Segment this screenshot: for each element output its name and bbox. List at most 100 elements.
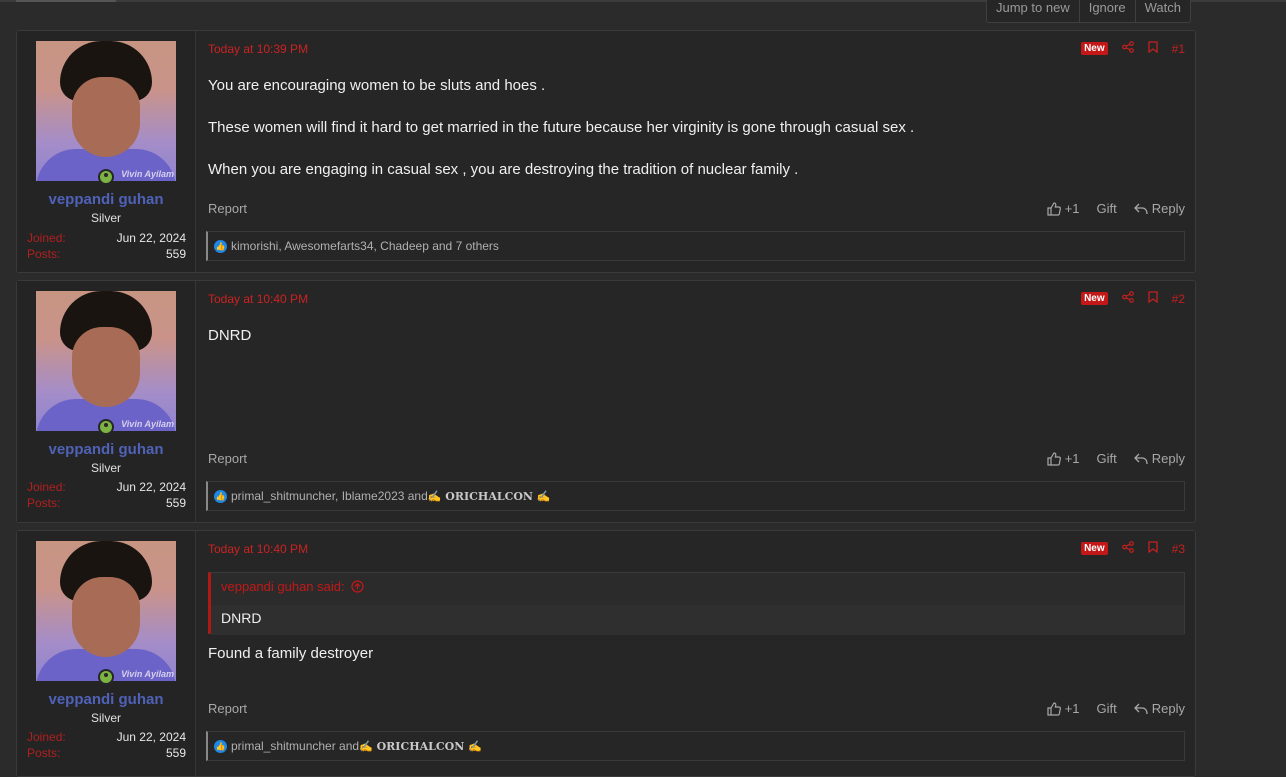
reply-label: Reply (1151, 701, 1185, 716)
thread-nav: Jump to new Ignore Watch (986, 0, 1191, 23)
reactions-highlight-user[interactable]: ✍ ORICHALCON ✍ (359, 740, 482, 753)
user-title: Silver (90, 461, 121, 475)
post: Vivin Ayilam veppandi guhan Silver Joine… (16, 280, 1196, 523)
reply-label: Reply (1151, 451, 1185, 466)
post-paragraph: Found a family destroyer (208, 645, 374, 662)
post-main: Today at 10:40 PM New #2 DNRD Report +1 … (196, 281, 1195, 522)
jump-to-new-button[interactable]: Jump to new (987, 0, 1080, 22)
thumbs-up-icon (1047, 201, 1061, 216)
gift-button[interactable]: Gift (1097, 701, 1117, 716)
stat-joined: Joined: Jun 22, 2024 (27, 231, 186, 245)
online-status-icon (98, 669, 114, 685)
post-footer-actions: +1 Gift Reply (1047, 451, 1185, 466)
avatar-watermark: Vivin Ayilam (121, 419, 174, 429)
post-main: Today at 10:40 PM New #3 veppandi guhan … (196, 531, 1195, 776)
joined-label: Joined: (27, 730, 66, 744)
post-number[interactable]: #3 (1172, 542, 1185, 556)
posts-label: Posts: (27, 496, 61, 510)
username[interactable]: veppandi guhan (17, 691, 195, 708)
like-reaction-icon: 👍 (214, 489, 227, 503)
report-link[interactable]: Report (208, 201, 247, 216)
post-footer-actions: +1 Gift Reply (1047, 201, 1185, 216)
online-status-icon (98, 419, 114, 435)
post-number[interactable]: #1 (1172, 42, 1185, 56)
like-reaction-icon: 👍 (214, 739, 227, 753)
reactions-bar[interactable]: 👍 primal_shitmuncher and ✍ ORICHALCON ✍ (206, 731, 1185, 761)
gift-button[interactable]: Gift (1097, 451, 1117, 466)
post-paragraph: DNRD (208, 327, 252, 344)
bookmark-icon[interactable] (1147, 291, 1158, 306)
like-label: +1 (1064, 451, 1080, 466)
post-header-actions: New #3 (1081, 541, 1185, 556)
like-label: +1 (1064, 201, 1080, 216)
avatar[interactable]: Vivin Ayilam (36, 541, 176, 681)
like-reaction-icon: 👍 (214, 239, 227, 253)
bookmark-icon[interactable] (1147, 41, 1158, 56)
ignore-button[interactable]: Ignore (1080, 0, 1136, 22)
reply-button[interactable]: Reply (1133, 451, 1185, 466)
username[interactable]: veppandi guhan (17, 191, 195, 208)
joined-value: Jun 22, 2024 (116, 231, 186, 245)
post-user-panel: Vivin Ayilam veppandi guhan Silver Joine… (17, 31, 196, 272)
reactions-bar[interactable]: 👍 primal_shitmuncher, Iblame2023 and ✍ O… (206, 481, 1185, 511)
gift-button[interactable]: Gift (1097, 201, 1117, 216)
stat-posts: Posts: 559 (27, 247, 186, 261)
reactions-text[interactable]: primal_shitmuncher, Iblame2023 and (231, 489, 428, 503)
quote-header[interactable]: veppandi guhan said: (211, 573, 1184, 605)
watch-button[interactable]: Watch (1136, 0, 1190, 22)
report-link[interactable]: Report (208, 701, 247, 716)
user-title: Silver (90, 711, 121, 725)
like-button[interactable]: +1 (1047, 201, 1080, 216)
post-date[interactable]: Today at 10:39 PM (208, 42, 308, 56)
post-user-panel: Vivin Ayilam veppandi guhan Silver Joine… (17, 281, 196, 522)
posts-label: Posts: (27, 247, 61, 261)
quote-body: DNRD (211, 605, 1184, 635)
share-icon[interactable] (1121, 541, 1134, 556)
jump-up-icon[interactable] (351, 580, 364, 593)
post-date[interactable]: Today at 10:40 PM (208, 292, 308, 306)
new-badge: New (1081, 542, 1108, 555)
quote-block: veppandi guhan said: DNRD (208, 572, 1185, 635)
reply-label: Reply (1151, 201, 1185, 216)
bookmark-icon[interactable] (1147, 541, 1158, 556)
post-paragraph: You are encouraging women to be sluts an… (208, 77, 546, 94)
joined-value: Jun 22, 2024 (116, 730, 186, 744)
thumbs-up-icon (1047, 701, 1061, 716)
like-button[interactable]: +1 (1047, 451, 1080, 466)
reactions-text[interactable]: primal_shitmuncher and (231, 739, 359, 753)
avatar-watermark: Vivin Ayilam (121, 169, 174, 179)
post: Vivin Ayilam veppandi guhan Silver Joine… (16, 530, 1196, 777)
post-date[interactable]: Today at 10:40 PM (208, 542, 308, 556)
like-button[interactable]: +1 (1047, 701, 1080, 716)
posts-value: 559 (165, 746, 186, 760)
user-title: Silver (90, 211, 121, 225)
post-user-panel: Vivin Ayilam veppandi guhan Silver Joine… (17, 531, 196, 776)
reply-button[interactable]: Reply (1133, 701, 1185, 716)
reply-icon (1133, 203, 1148, 214)
post-paragraph: These women will find it hard to get mar… (208, 119, 915, 136)
post-number[interactable]: #2 (1172, 292, 1185, 306)
post-footer-actions: +1 Gift Reply (1047, 701, 1185, 716)
posts-value: 559 (165, 496, 186, 510)
reply-icon (1133, 453, 1148, 464)
username[interactable]: veppandi guhan (17, 441, 195, 458)
post: Vivin Ayilam veppandi guhan Silver Joine… (16, 30, 1196, 273)
reactions-highlight-user[interactable]: ✍ ORICHALCON ✍ (428, 490, 551, 503)
quote-author[interactable]: veppandi guhan said: (221, 579, 345, 594)
posts-value: 559 (165, 247, 186, 261)
reactions-bar[interactable]: 👍 kimorishi, Awesomefarts34, Chadeep and… (206, 231, 1185, 261)
share-icon[interactable] (1121, 41, 1134, 56)
avatar[interactable]: Vivin Ayilam (36, 41, 176, 181)
post-header-actions: New #1 (1081, 41, 1185, 56)
reactions-text[interactable]: kimorishi, Awesomefarts34, Chadeep and 7… (231, 239, 499, 253)
post-body: DNRD (208, 325, 1183, 367)
like-label: +1 (1064, 701, 1080, 716)
report-link[interactable]: Report (208, 451, 247, 466)
share-icon[interactable] (1121, 291, 1134, 306)
stat-posts: Posts: 559 (27, 496, 186, 510)
posts-label: Posts: (27, 746, 61, 760)
post-header-actions: New #2 (1081, 291, 1185, 306)
avatar[interactable]: Vivin Ayilam (36, 291, 176, 431)
stat-posts: Posts: 559 (27, 746, 186, 760)
reply-button[interactable]: Reply (1133, 201, 1185, 216)
